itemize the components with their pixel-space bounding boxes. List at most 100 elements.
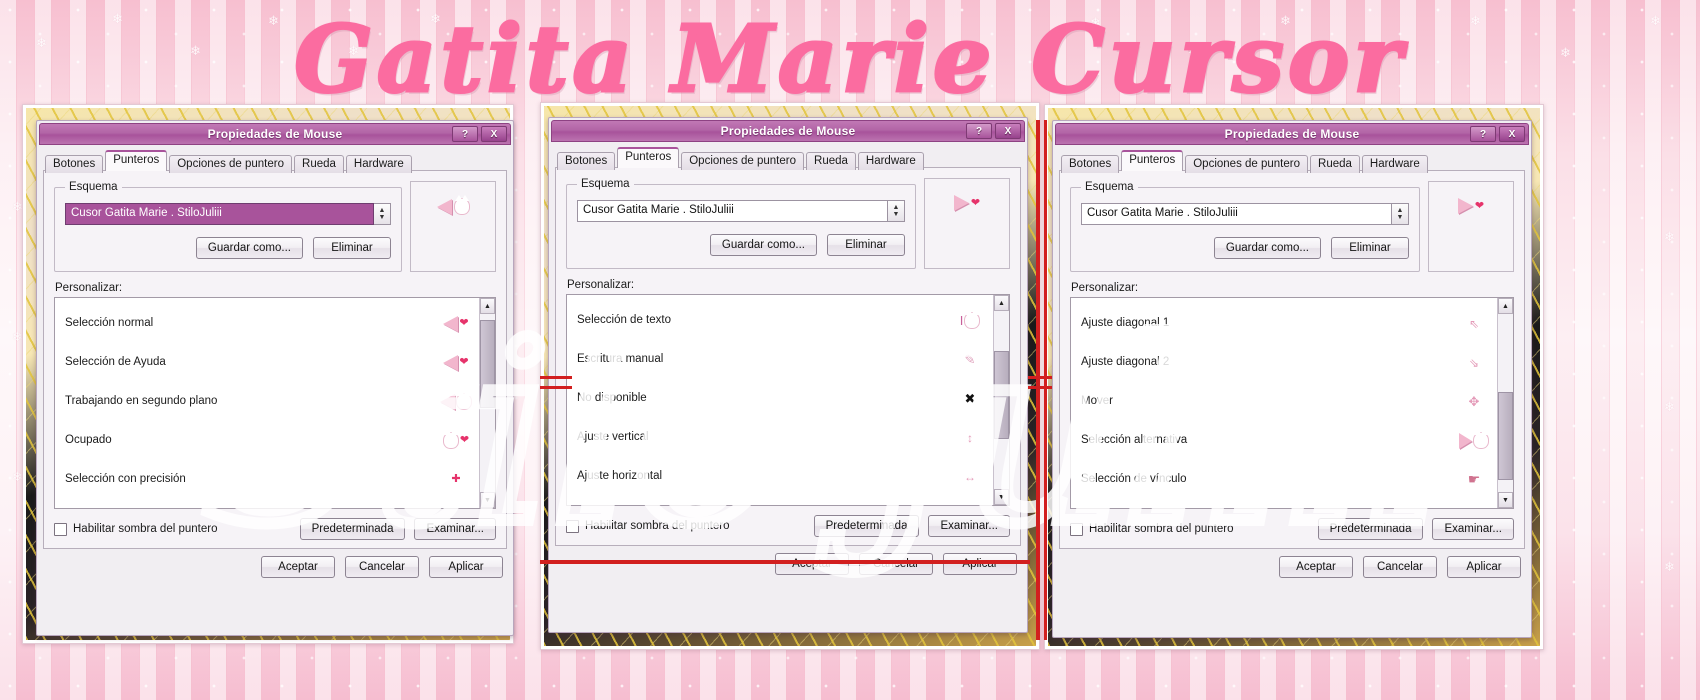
cancel-button[interactable]: Cancelar — [345, 556, 419, 578]
list-item[interactable]: Mover — [1081, 382, 1451, 421]
apply-button[interactable]: Aplicar — [1447, 556, 1521, 578]
list-item[interactable]: Escritura manual — [577, 340, 947, 379]
cursor-list[interactable]: Selección de texto Escritura manual No d… — [566, 294, 1010, 506]
delete-button[interactable]: Eliminar — [827, 234, 905, 256]
scheme-combobox[interactable]: Cusor Gatita Marie . StiloJuliii ▲ ▼ — [1081, 203, 1409, 225]
list-item[interactable]: Ajuste vertical — [577, 418, 947, 457]
scheme-value[interactable]: Cusor Gatita Marie . StiloJuliii — [65, 203, 374, 225]
snowflake-decoration: ❄ — [1664, 229, 1675, 244]
tab-hardware[interactable]: Hardware — [857, 152, 924, 170]
browse-button[interactable]: Examinar... — [928, 515, 1010, 537]
scheme-combobox[interactable]: Cusor Gatita Marie . StiloJuliii ▲ ▼ — [65, 203, 391, 225]
delete-button[interactable]: Eliminar — [1331, 237, 1409, 259]
save-as-button[interactable]: Guardar como... — [1213, 237, 1321, 259]
cursor-list-labels: Selección normal Selección de Ayuda Trab… — [55, 298, 433, 508]
cursor-list[interactable]: Ajuste diagonal 1 Ajuste diagonal 2 Move… — [1070, 297, 1514, 509]
list-item[interactable]: Ajuste horizontal — [577, 457, 947, 496]
apply-button[interactable]: Aplicar — [943, 553, 1017, 575]
scroll-thumb[interactable] — [480, 320, 495, 408]
chevron-down-icon: ▼ — [892, 211, 900, 218]
tab-punteros[interactable]: Punteros — [617, 147, 680, 168]
mouse-properties-dialog-2[interactable]: Propiedades de Mouse ? X Botones Puntero… — [548, 117, 1028, 633]
scheme-value[interactable]: Cusor Gatita Marie . StiloJuliii — [1081, 203, 1392, 225]
help-button[interactable]: ? — [452, 126, 478, 142]
scroll-thumb[interactable] — [1498, 392, 1513, 480]
ok-button[interactable]: Aceptar — [261, 556, 335, 578]
scroll-up-button[interactable]: ▲ — [1498, 298, 1513, 314]
scroll-thumb[interactable] — [994, 351, 1009, 439]
scheme-combobox[interactable]: Cusor Gatita Marie . StiloJuliii ▲ ▼ — [577, 200, 905, 222]
tab-rueda[interactable]: Rueda — [1310, 155, 1360, 173]
help-button[interactable]: ? — [966, 123, 992, 139]
browse-button[interactable]: Examinar... — [414, 518, 496, 540]
cancel-button[interactable]: Cancelar — [1363, 556, 1437, 578]
browse-button[interactable]: Examinar... — [1432, 518, 1514, 540]
mouse-properties-dialog-1[interactable]: Propiedades de Mouse ? X Botones Puntero… — [36, 120, 514, 636]
scroll-track[interactable] — [1498, 314, 1513, 492]
default-button[interactable]: Predeterminada — [299, 518, 406, 540]
close-button[interactable]: X — [1499, 126, 1525, 142]
default-button[interactable]: Predeterminada — [813, 515, 920, 537]
tab-hardware[interactable]: Hardware — [345, 155, 412, 173]
scroll-up-button[interactable]: ▲ — [480, 298, 495, 314]
ok-button[interactable]: Aceptar — [1279, 556, 1353, 578]
tab-opciones-de-puntero[interactable]: Opciones de puntero — [681, 152, 805, 170]
pointer-shadow-checkbox[interactable]: Habilitar sombra del puntero — [566, 519, 729, 533]
default-button[interactable]: Predeterminada — [1317, 518, 1424, 540]
list-item[interactable]: Selección alternativa — [1081, 421, 1451, 460]
delete-button[interactable]: Eliminar — [313, 237, 391, 259]
scroll-up-button[interactable]: ▲ — [994, 295, 1009, 311]
scheme-spinner[interactable]: ▲ ▼ — [888, 200, 905, 222]
list-item[interactable]: Selección de Ayuda — [65, 343, 433, 382]
tab-punteros[interactable]: Punteros — [1121, 150, 1184, 171]
list-item[interactable]: Ajuste diagonal 1 — [1081, 304, 1451, 343]
list-item[interactable]: No disponible — [577, 379, 947, 418]
tab-rueda[interactable]: Rueda — [806, 152, 856, 170]
scheme-spinner[interactable]: ▲ ▼ — [1392, 203, 1409, 225]
pointer-shadow-label: Habilitar sombra del puntero — [1089, 523, 1234, 535]
cursor-list[interactable]: Selección normal Selección de Ayuda Trab… — [54, 297, 496, 509]
scroll-down-button[interactable]: ▼ — [994, 489, 1009, 505]
tab-opciones-de-puntero[interactable]: Opciones de puntero — [1185, 155, 1309, 173]
tab-hardware[interactable]: Hardware — [1361, 155, 1428, 173]
tab-botones[interactable]: Botones — [45, 155, 104, 173]
tab-rueda[interactable]: Rueda — [294, 155, 344, 173]
checkbox-box[interactable] — [1070, 522, 1083, 536]
cancel-button[interactable]: Cancelar — [859, 553, 933, 575]
cursor-list-scrollbar[interactable]: ▲ ▼ — [993, 295, 1009, 505]
scroll-down-button[interactable]: ▼ — [1498, 492, 1513, 508]
save-as-button[interactable]: Guardar como... — [195, 237, 303, 259]
tab-botones[interactable]: Botones — [557, 152, 616, 170]
save-as-button[interactable]: Guardar como... — [709, 234, 817, 256]
list-item[interactable]: Selección de vínculo — [1081, 460, 1451, 499]
list-item[interactable]: Ocupado — [65, 421, 433, 460]
list-item[interactable]: Trabajando en segundo plano — [65, 382, 433, 421]
scroll-down-button[interactable]: ▼ — [480, 492, 495, 508]
tab-botones[interactable]: Botones — [1061, 155, 1120, 173]
pointer-shadow-checkbox[interactable]: Habilitar sombra del puntero — [1070, 522, 1234, 536]
scroll-track[interactable] — [480, 314, 495, 492]
list-item[interactable]: Selección normal — [65, 304, 433, 343]
snowflake-decoration: ❄ — [1664, 399, 1675, 414]
list-item[interactable]: Selección con precisión — [65, 460, 433, 499]
list-item[interactable]: Selección de texto — [577, 301, 947, 340]
tab-opciones-de-puntero[interactable]: Opciones de puntero — [169, 155, 293, 173]
checkbox-box[interactable] — [566, 519, 579, 533]
close-button[interactable]: X — [995, 123, 1021, 139]
cursor-glyph: ⇘ — [1469, 343, 1479, 382]
checkbox-box[interactable] — [54, 522, 67, 536]
pointer-shadow-checkbox[interactable]: Habilitar sombra del puntero — [54, 522, 217, 536]
close-button[interactable]: X — [481, 126, 507, 142]
scheme-spinner[interactable]: ▲ ▼ — [374, 203, 391, 225]
apply-button[interactable]: Aplicar — [429, 556, 503, 578]
cursor-list-scrollbar[interactable]: ▲ ▼ — [1497, 298, 1513, 508]
help-button[interactable]: ? — [1470, 126, 1496, 142]
scroll-track[interactable] — [994, 311, 1009, 489]
ok-button[interactable]: Aceptar — [775, 553, 849, 575]
cursor-glyph: ✚ — [451, 460, 460, 499]
tab-punteros[interactable]: Punteros — [105, 150, 168, 171]
scheme-value[interactable]: Cusor Gatita Marie . StiloJuliii — [577, 200, 888, 222]
mouse-properties-dialog-3[interactable]: Propiedades de Mouse ? X Botones Puntero… — [1052, 120, 1532, 638]
cursor-list-scrollbar[interactable]: ▲ ▼ — [479, 298, 495, 508]
list-item[interactable]: Ajuste diagonal 2 — [1081, 343, 1451, 382]
